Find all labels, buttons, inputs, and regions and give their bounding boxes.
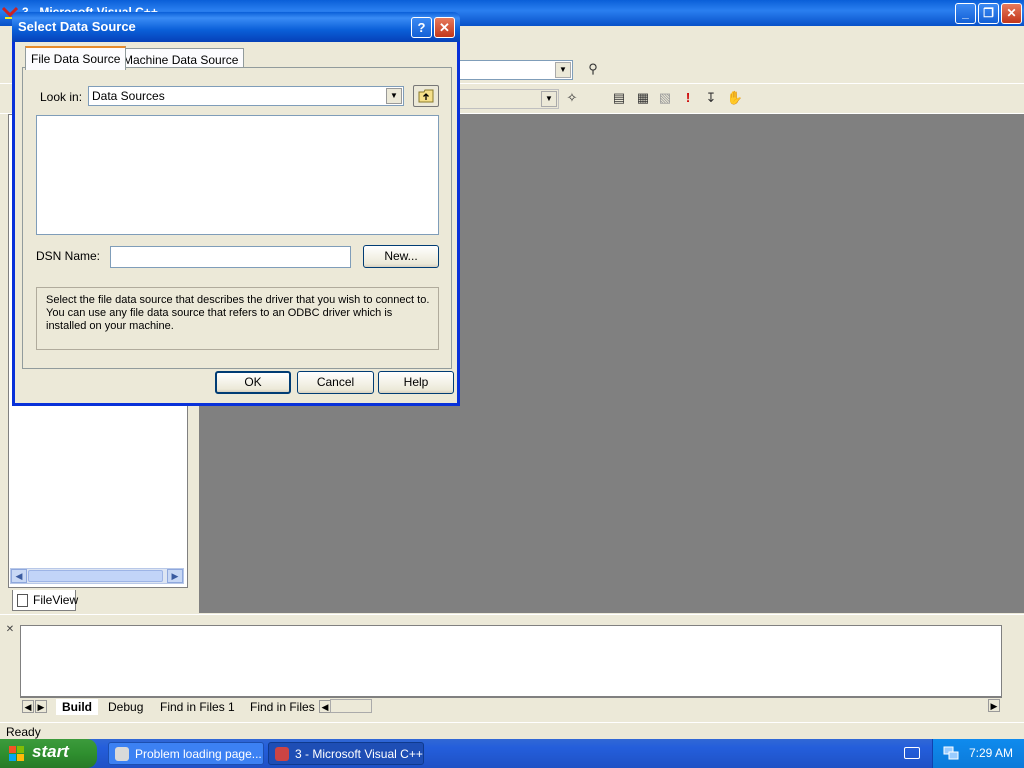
visual-cpp-icon	[275, 747, 289, 761]
members-combo[interactable]: ▼	[455, 89, 559, 109]
look-in-dropdown[interactable]: Data Sources ▼	[88, 86, 404, 106]
clock[interactable]: 7:29 AM	[969, 746, 1013, 760]
output-tab-strip: ◀ ▶ Build Debug Find in Files 1 Find in …	[20, 697, 1002, 715]
status-text: Ready	[6, 725, 41, 739]
description-text: Select the file data source that describ…	[46, 294, 430, 332]
ok-button[interactable]: OK	[215, 371, 291, 394]
browser-icon	[115, 747, 129, 761]
output-tab-find1[interactable]: Find in Files 1	[154, 699, 241, 715]
windows-logo-icon	[9, 746, 24, 761]
scroll-right-icon[interactable]: ▶	[167, 569, 183, 583]
build-icon[interactable]: ▦	[634, 89, 652, 107]
hscroll-right-icon[interactable]: ▶	[988, 699, 1000, 712]
dialog-titlebar[interactable]: Select Data Source ? ✕	[12, 12, 460, 42]
up-one-level-button[interactable]	[413, 85, 439, 107]
output-tab-debug[interactable]: Debug	[102, 699, 149, 715]
start-label: start	[32, 742, 69, 761]
tab-fileview-label: FileView	[33, 593, 79, 607]
restore-icon: ❐	[983, 6, 994, 20]
taskbar-item-label: Problem loading page...	[135, 747, 262, 761]
binoculars-icon[interactable]: ⚲	[584, 60, 602, 78]
taskbar-item-browser[interactable]: Problem loading page...	[108, 742, 264, 765]
look-in-label: Look in:	[40, 90, 83, 104]
system-tray: 7:29 AM	[932, 739, 1024, 768]
wizard-wand-icon[interactable]: ✧	[563, 89, 581, 107]
execute-icon[interactable]: !	[679, 89, 697, 107]
output-horizontal-scroll-thumb[interactable]	[330, 699, 372, 713]
chevron-down-icon[interactable]: ▼	[386, 88, 402, 104]
go-icon[interactable]: ↧	[702, 89, 720, 107]
splitter[interactable]	[0, 614, 1024, 622]
close-button[interactable]: ✕	[1001, 3, 1022, 24]
select-data-source-dialog: Select Data Source ? ✕ File Data Source …	[12, 12, 460, 406]
output-close-icon[interactable]: ✕	[4, 625, 16, 637]
help-button[interactable]: Help	[378, 371, 454, 394]
breakpoint-hand-icon[interactable]: ✋	[726, 89, 744, 107]
output-pane[interactable]	[20, 625, 1002, 697]
workspace-horizontal-scrollbar[interactable]: ◀ ▶	[10, 568, 184, 584]
minimize-button[interactable]: _	[955, 3, 976, 24]
output-tab-build[interactable]: Build	[56, 699, 98, 715]
find-combo[interactable]: ▼	[455, 60, 573, 80]
compile-icon[interactable]: ▤	[610, 89, 628, 107]
dsn-name-input[interactable]	[110, 246, 351, 268]
look-in-value: Data Sources	[92, 89, 165, 103]
scroll-thumb[interactable]	[28, 570, 163, 582]
file-list[interactable]	[36, 115, 439, 235]
status-bar: Ready	[0, 722, 1024, 739]
chevron-down-icon: ▼	[541, 91, 557, 107]
tab-file-data-source[interactable]: File Data Source	[25, 46, 127, 70]
taskbar-item-visual-cpp[interactable]: 3 - Microsoft Visual C++	[268, 742, 424, 765]
minimize-icon: _	[962, 6, 969, 20]
help-question-icon[interactable]: ?	[411, 17, 432, 38]
dialog-title: Select Data Source	[18, 19, 136, 34]
stop-build-icon[interactable]: ▧	[656, 89, 674, 107]
chevron-down-icon: ▼	[555, 62, 571, 78]
tab-fileview[interactable]: FileView	[12, 590, 79, 611]
network-icon[interactable]	[943, 746, 959, 760]
cancel-button[interactable]: Cancel	[297, 371, 374, 394]
tab-scroll-left-icon[interactable]: ◀	[22, 700, 34, 713]
restore-button[interactable]: ❐	[978, 3, 999, 24]
up-folder-icon	[418, 89, 434, 103]
description-box: Select the file data source that describ…	[36, 287, 439, 350]
keyboard-icon[interactable]	[904, 747, 920, 759]
taskbar-item-label: 3 - Microsoft Visual C++	[295, 747, 423, 761]
dsn-name-label: DSN Name:	[36, 249, 101, 263]
close-icon: ✕	[1006, 6, 1017, 20]
tab-scroll-right-icon[interactable]: ▶	[35, 700, 47, 713]
new-button[interactable]: New...	[363, 245, 439, 268]
scroll-left-icon[interactable]: ◀	[11, 569, 27, 583]
dialog-close-icon[interactable]: ✕	[434, 17, 455, 38]
start-button[interactable]: start	[0, 739, 97, 768]
output-vertical-scrollbar[interactable]	[1002, 625, 1018, 697]
output-tab-find2[interactable]: Find in Files 2	[244, 699, 316, 715]
file-icon	[17, 594, 28, 607]
